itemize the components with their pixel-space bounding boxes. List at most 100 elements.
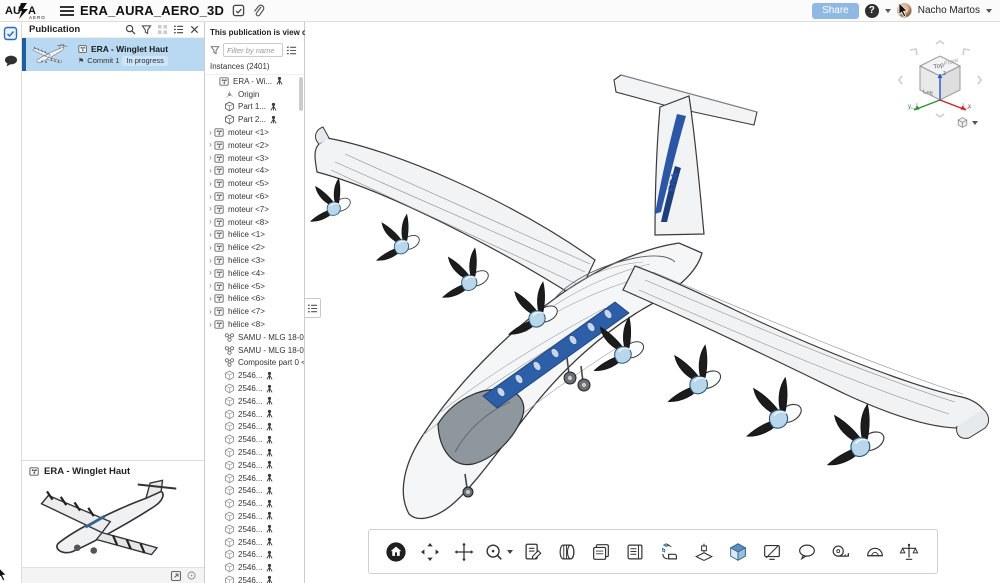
mass-properties-icon[interactable] bbox=[894, 537, 924, 567]
paperclip-icon[interactable] bbox=[252, 4, 265, 17]
comment-icon[interactable] bbox=[792, 537, 822, 567]
user-caret-icon[interactable] bbox=[986, 9, 992, 13]
tree-row[interactable]: 2546... bbox=[205, 408, 304, 421]
grid-view-icon[interactable] bbox=[157, 24, 168, 35]
filter-icon[interactable] bbox=[141, 24, 152, 35]
tree-row[interactable]: ›hélice <6> bbox=[205, 293, 304, 306]
viewport-3d[interactable]: ERA bbox=[305, 22, 1000, 583]
protractor-icon[interactable] bbox=[860, 537, 890, 567]
display-options-icon[interactable] bbox=[757, 537, 787, 567]
tree-row[interactable]: ›hélice <7> bbox=[205, 305, 304, 318]
tree-options-icon[interactable] bbox=[286, 45, 297, 56]
cube-menu-caret-icon[interactable] bbox=[972, 121, 978, 125]
tree-row[interactable]: 2546... bbox=[205, 369, 304, 382]
share-button[interactable]: Share bbox=[812, 3, 859, 19]
tree-row[interactable]: ›moteur <3> bbox=[205, 152, 304, 165]
section-plane-icon[interactable] bbox=[689, 537, 719, 567]
help-icon[interactable]: ? bbox=[865, 4, 879, 18]
info-icon[interactable] bbox=[187, 571, 196, 580]
tree-row[interactable]: SAMU - MLG 18-07... bbox=[205, 331, 304, 344]
tree-chevron-icon[interactable]: › bbox=[207, 320, 214, 330]
tree-row[interactable]: 2546... bbox=[205, 523, 304, 536]
drawings-icon[interactable] bbox=[586, 537, 616, 567]
tree-row[interactable]: SAMU - MLG 18-07... bbox=[205, 344, 304, 357]
cube-menu-icon[interactable] bbox=[956, 116, 969, 129]
tree-row[interactable]: ›hélice <3> bbox=[205, 254, 304, 267]
tree-row[interactable]: 2546... bbox=[205, 421, 304, 434]
named-views-icon[interactable] bbox=[723, 537, 753, 567]
section-cylinder-icon[interactable] bbox=[552, 537, 582, 567]
tree-chevron-icon[interactable]: › bbox=[207, 243, 214, 253]
view-orientation-menu[interactable] bbox=[956, 116, 978, 129]
avatar[interactable] bbox=[897, 3, 912, 18]
expand-preview-icon[interactable] bbox=[170, 570, 182, 582]
tree-chevron-icon[interactable]: › bbox=[207, 166, 214, 176]
edit-note-icon[interactable] bbox=[518, 537, 548, 567]
tree-row[interactable]: 2546... bbox=[205, 446, 304, 459]
tree-chevron-icon[interactable]: › bbox=[207, 192, 214, 202]
tree-row[interactable]: 2546... bbox=[205, 433, 304, 446]
tree-row[interactable]: 2546... bbox=[205, 485, 304, 498]
publication-mark-icon[interactable] bbox=[232, 4, 245, 17]
close-icon[interactable] bbox=[189, 24, 200, 35]
tree-row[interactable]: 2546... bbox=[205, 574, 304, 583]
tree-row[interactable]: ›hélice <5> bbox=[205, 280, 304, 293]
tree-row[interactable]: ›hélice <4> bbox=[205, 267, 304, 280]
list-view-icon[interactable] bbox=[173, 24, 184, 35]
tree-row[interactable]: ›moteur <4> bbox=[205, 165, 304, 178]
home-icon[interactable] bbox=[381, 537, 411, 567]
tree-row[interactable]: Origin bbox=[205, 88, 304, 101]
tree-row[interactable]: ›moteur <7> bbox=[205, 203, 304, 216]
tree-chevron-icon[interactable]: › bbox=[207, 140, 214, 150]
measure-icon[interactable] bbox=[826, 537, 856, 567]
tree-chevron-icon[interactable]: › bbox=[207, 179, 214, 189]
orbit-icon[interactable] bbox=[415, 537, 445, 567]
pan-icon[interactable] bbox=[449, 537, 479, 567]
tree-chevron-icon[interactable]: › bbox=[207, 204, 214, 214]
tree-scrollbar[interactable] bbox=[299, 77, 303, 111]
tree-row[interactable]: ›moteur <8> bbox=[205, 216, 304, 229]
filter-by-name-input[interactable] bbox=[223, 43, 283, 57]
tree-chevron-icon[interactable]: › bbox=[207, 307, 214, 317]
publication-card[interactable]: ERA - Winglet Haut ⚑ Commit 1 In progres… bbox=[22, 38, 204, 71]
tree-row[interactable]: Composite part 0 <... bbox=[205, 357, 304, 370]
tree-row[interactable]: Part 1... bbox=[205, 101, 304, 114]
tree-chevron-icon[interactable]: › bbox=[207, 294, 214, 304]
tree-row[interactable]: 2546... bbox=[205, 459, 304, 472]
publications-tab-icon[interactable] bbox=[3, 26, 18, 41]
tree-chevron-icon[interactable]: › bbox=[207, 128, 214, 138]
tree-chevron-icon[interactable]: › bbox=[207, 217, 214, 227]
tree-row[interactable]: ERA - Wi... bbox=[205, 75, 304, 88]
tree-chevron-icon[interactable]: › bbox=[207, 281, 214, 291]
tree-row[interactable]: 2546... bbox=[205, 395, 304, 408]
tree-chevron-icon[interactable]: › bbox=[207, 268, 214, 278]
search-icon[interactable] bbox=[125, 24, 136, 35]
tree-row[interactable]: 2546... bbox=[205, 548, 304, 561]
tree-chevron-icon[interactable]: › bbox=[207, 153, 214, 163]
tree-row[interactable]: ›moteur <1> bbox=[205, 126, 304, 139]
panel-toggle-button[interactable] bbox=[305, 298, 321, 318]
bom-icon[interactable] bbox=[620, 537, 650, 567]
tree-row[interactable]: ›moteur <5> bbox=[205, 177, 304, 190]
hamburger-menu-icon[interactable] bbox=[60, 4, 74, 18]
exploded-view-icon[interactable] bbox=[655, 537, 685, 567]
help-caret-icon[interactable] bbox=[885, 9, 891, 13]
tree-row[interactable]: 2546... bbox=[205, 382, 304, 395]
filter-icon[interactable] bbox=[210, 45, 220, 55]
comments-tab-icon[interactable] bbox=[4, 55, 18, 67]
user-menu[interactable]: Nacho Martos bbox=[918, 5, 980, 16]
tree-row[interactable]: ›moteur <2> bbox=[205, 139, 304, 152]
zoom-icon[interactable] bbox=[483, 537, 513, 567]
tree-row[interactable]: 2546... bbox=[205, 510, 304, 523]
tree-row[interactable]: 2546... bbox=[205, 561, 304, 574]
tree-chevron-icon[interactable]: › bbox=[207, 256, 214, 266]
tree-row[interactable]: 2546... bbox=[205, 536, 304, 549]
tree-chevron-icon[interactable]: › bbox=[207, 230, 214, 240]
tree-row[interactable]: 2546... bbox=[205, 472, 304, 485]
tree-row[interactable]: Part 2... bbox=[205, 113, 304, 126]
tree-row[interactable]: ›moteur <6> bbox=[205, 190, 304, 203]
tree-row[interactable]: 2546... bbox=[205, 497, 304, 510]
tree-row[interactable]: ›hélice <1> bbox=[205, 229, 304, 242]
tree-row[interactable]: ›hélice <8> bbox=[205, 318, 304, 331]
tree-row[interactable]: ›hélice <2> bbox=[205, 241, 304, 254]
